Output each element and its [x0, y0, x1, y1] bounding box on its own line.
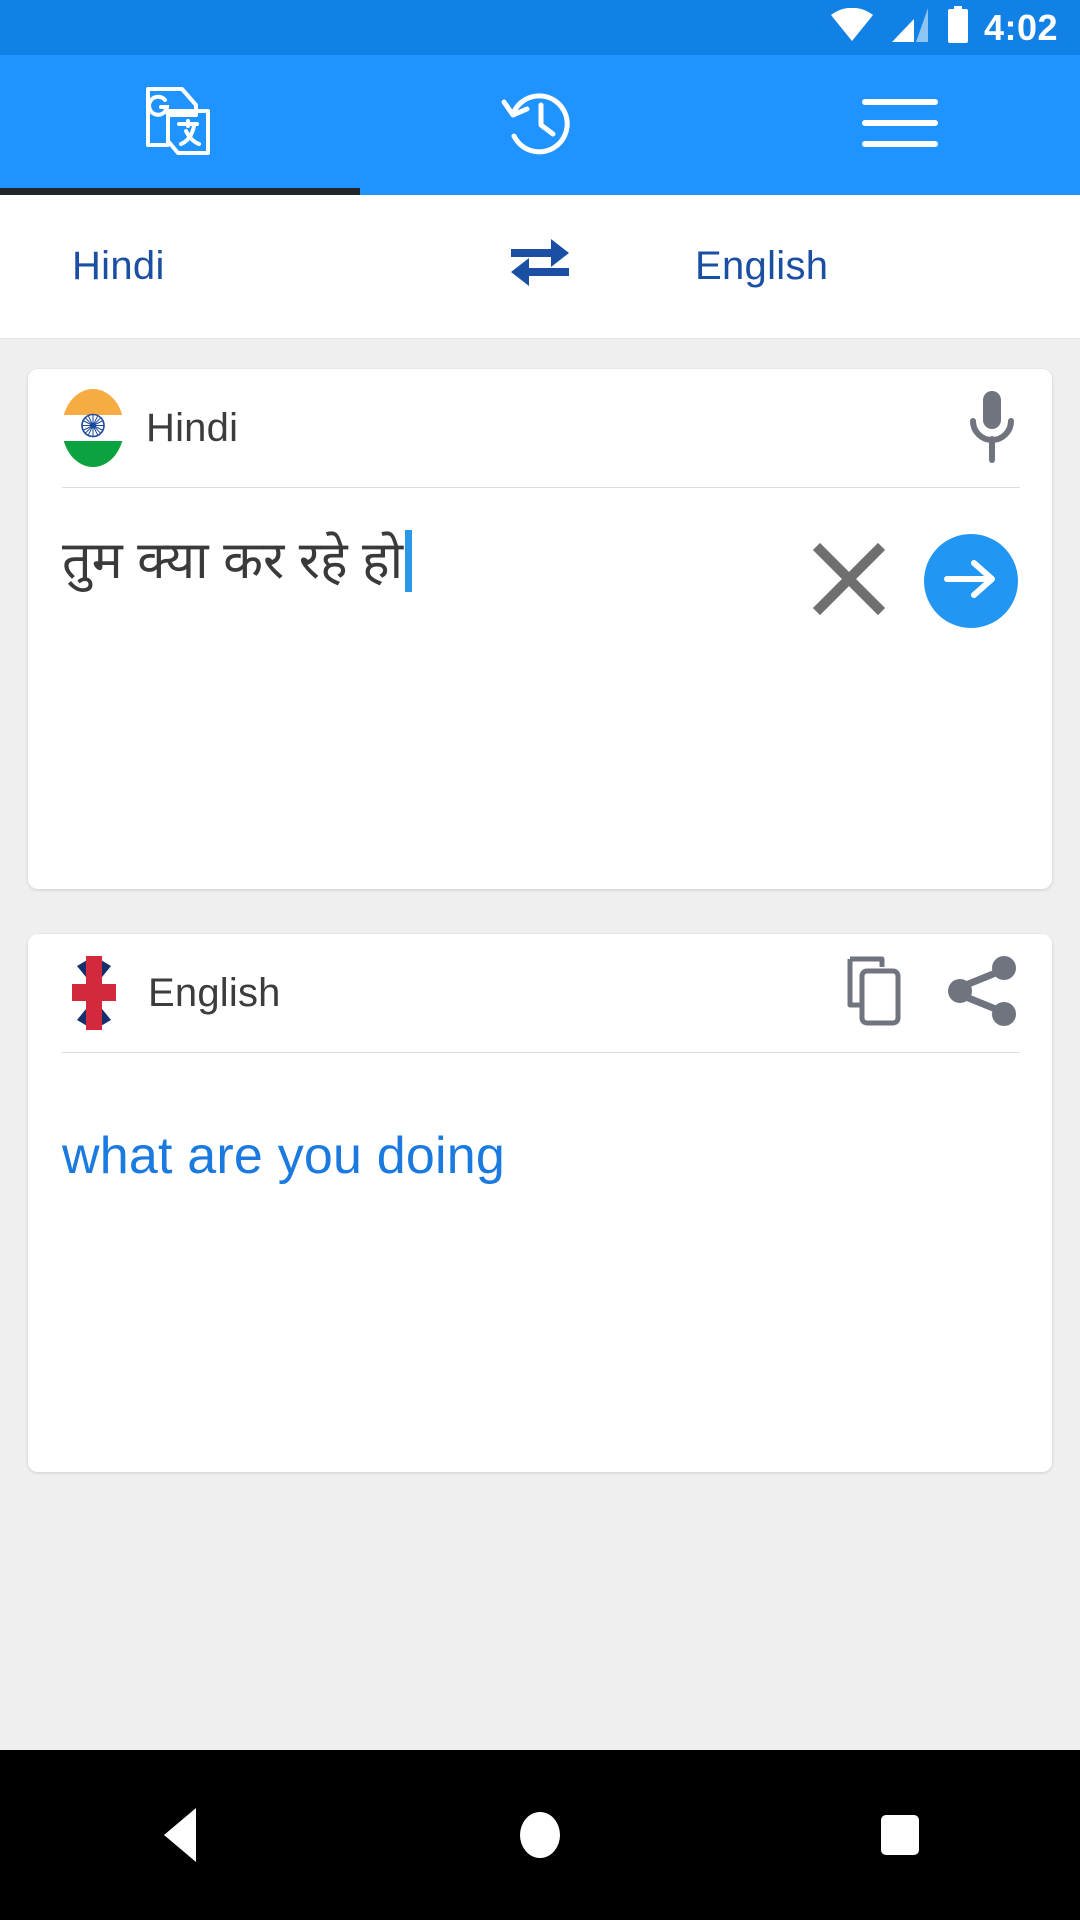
uk-flag-icon — [62, 954, 126, 1032]
close-x-icon[interactable] — [812, 542, 886, 621]
share-icon[interactable] — [946, 955, 1020, 1032]
wifi-icon — [830, 7, 874, 47]
target-language-button[interactable]: English — [695, 244, 828, 289]
source-card: Hindi तुम क्या कर रहे हो — [28, 369, 1052, 889]
tab-bar — [0, 55, 1080, 195]
google-translate-icon — [138, 83, 222, 168]
nav-back-button[interactable] — [0, 1808, 360, 1862]
active-tab-indicator — [0, 188, 360, 195]
result-card-header: English — [28, 934, 1052, 1052]
india-flag-icon — [62, 389, 124, 467]
copy-icon[interactable] — [844, 955, 906, 1032]
cellular-signal-icon — [890, 7, 930, 48]
language-selector-bar: Hindi English — [0, 195, 1080, 339]
hamburger-menu-icon — [860, 95, 940, 156]
source-card-actions — [964, 388, 1020, 469]
source-text-input[interactable]: तुम क्या कर रहे हो — [62, 530, 413, 592]
arrow-right-icon — [943, 556, 999, 607]
swap-languages-button[interactable] — [505, 239, 575, 295]
tab-menu[interactable] — [720, 55, 1080, 195]
source-language-button[interactable]: Hindi — [72, 244, 165, 289]
source-card-language-label: Hindi — [146, 405, 239, 450]
text-cursor — [405, 530, 413, 592]
translated-text[interactable]: what are you doing — [28, 1053, 1052, 1187]
home-circle-icon — [520, 1812, 560, 1858]
status-bar-clock: 4:02 — [983, 6, 1058, 48]
recents-square-icon — [881, 1815, 919, 1855]
tab-history[interactable] — [360, 55, 720, 195]
translate-submit-button[interactable] — [924, 534, 1018, 628]
status-bar-icons — [830, 6, 970, 49]
result-card-language-label: English — [148, 970, 281, 1015]
microphone-icon[interactable] — [964, 388, 1020, 469]
tab-translate[interactable] — [0, 55, 360, 195]
swap-horizontal-arrows-icon — [505, 236, 575, 297]
nav-recents-button[interactable] — [720, 1815, 1080, 1855]
back-triangle-icon — [164, 1808, 196, 1862]
translation-content: Hindi तुम क्या कर रहे हो English what ar… — [0, 339, 1080, 1750]
nav-home-button[interactable] — [360, 1812, 720, 1858]
source-input-actions — [812, 530, 1018, 628]
result-card-actions — [844, 955, 1020, 1032]
battery-icon — [946, 6, 970, 49]
source-text-row: तुम क्या कर रहे हो — [28, 488, 1052, 628]
android-nav-bar — [0, 1750, 1080, 1920]
status-bar: 4:02 — [0, 0, 1080, 55]
result-card: English what are you doing — [28, 934, 1052, 1472]
history-clock-icon — [501, 84, 579, 167]
source-text-value: तुम क्या कर रहे हो — [62, 532, 404, 590]
source-card-header: Hindi — [28, 369, 1052, 487]
